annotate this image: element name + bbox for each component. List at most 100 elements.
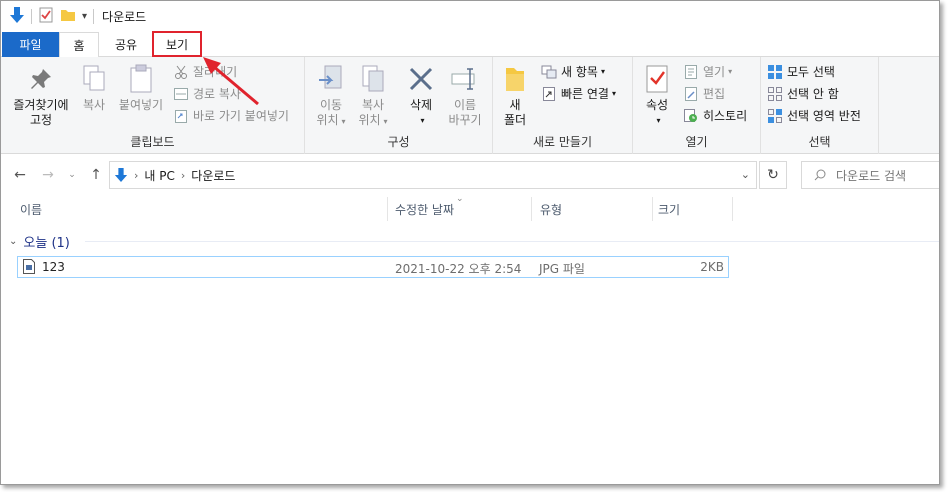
paste-button[interactable]: 붙여넣기 bbox=[115, 63, 167, 113]
new-item-label: 새 항목 bbox=[561, 65, 598, 79]
back-arrow-icon[interactable]: ← bbox=[11, 165, 29, 185]
column-header-name[interactable]: 이름 bbox=[20, 195, 42, 223]
group-label-select: 선택 bbox=[808, 135, 831, 149]
column-divider[interactable] bbox=[652, 197, 653, 221]
invert-selection-button[interactable]: 선택 영역 반전 bbox=[767, 105, 861, 126]
navigation-bar: ← → ⌄ ↑ › 내 PC › 다운로드 ⌄ ↻ 다운로드 검색 bbox=[1, 161, 939, 189]
group-select: 모두 선택 선택 안 함 선택 영역 반전 선택 bbox=[761, 57, 879, 154]
column-header-date[interactable]: 수정한 날짜 bbox=[395, 195, 454, 223]
file-row[interactable]: 123 2021-10-22 오후 2:54 JPG 파일 2KB bbox=[17, 256, 729, 278]
group-label-organize: 구성 bbox=[387, 135, 410, 149]
move-to-label: 이동 bbox=[319, 98, 343, 112]
ribbon: 즐겨찾기에 고정 복사 붙여넣기 잘라내기 경로 복사 바로 가기 붙여넣기 클… bbox=[1, 57, 939, 154]
rename-icon bbox=[448, 63, 482, 95]
group-collapse-chevron-icon[interactable]: ⌄ bbox=[9, 236, 17, 247]
group-open: 속성 ▾ 열기 ▾ 편집 히스토리 열기 bbox=[633, 57, 761, 154]
new-folder-icon[interactable] bbox=[60, 7, 76, 26]
paste-label: 붙여넣기 bbox=[118, 98, 164, 112]
breadcrumb-chevron-icon[interactable]: › bbox=[181, 169, 185, 182]
recent-locations-chevron-icon[interactable]: ⌄ bbox=[63, 165, 81, 185]
new-folder-button[interactable]: 새 폴더 bbox=[499, 63, 531, 128]
select-all-icon bbox=[767, 64, 783, 80]
separator bbox=[93, 9, 95, 24]
paste-shortcut-icon bbox=[173, 108, 189, 124]
move-to-button[interactable]: 이동 위치 ▾ bbox=[311, 63, 351, 129]
clipboard-icon bbox=[124, 63, 158, 95]
group-header-today[interactable]: ⌄ 오늘 (1) bbox=[9, 230, 70, 252]
copy-path-icon bbox=[173, 86, 189, 102]
breadcrumb-this-pc[interactable]: 내 PC bbox=[144, 167, 174, 184]
history-button[interactable]: 히스토리 bbox=[683, 105, 747, 126]
up-arrow-icon[interactable]: ↑ bbox=[87, 165, 105, 185]
select-none-label: 선택 안 함 bbox=[787, 87, 839, 101]
column-divider[interactable] bbox=[387, 197, 388, 221]
paste-shortcut-button[interactable]: 바로 가기 붙여넣기 bbox=[173, 105, 289, 126]
copy-button[interactable]: 복사 bbox=[77, 63, 111, 113]
easy-access-button[interactable]: 빠른 연결 ▾ bbox=[541, 83, 616, 104]
tab-home[interactable]: 홈 bbox=[59, 32, 99, 58]
properties-label: 속성 bbox=[645, 98, 669, 112]
group-divider-line bbox=[85, 241, 939, 242]
pin-icon bbox=[24, 63, 58, 95]
address-bar[interactable]: › 내 PC › 다운로드 ⌄ bbox=[109, 161, 757, 189]
copy-to-button[interactable]: 복사 위치 ▾ bbox=[353, 63, 393, 129]
cut-button[interactable]: 잘라내기 bbox=[173, 61, 237, 82]
open-button[interactable]: 열기 ▾ bbox=[683, 61, 732, 82]
search-box[interactable]: 다운로드 검색 bbox=[801, 161, 939, 189]
breadcrumb-chevron-icon[interactable]: › bbox=[134, 169, 138, 182]
forward-arrow-icon[interactable]: → bbox=[39, 165, 57, 185]
select-all-button[interactable]: 모두 선택 bbox=[767, 61, 835, 82]
rename-label: 이름 bbox=[453, 98, 477, 112]
address-dropdown-icon[interactable]: ⌄ bbox=[741, 168, 750, 181]
file-name: 123 bbox=[42, 260, 65, 274]
breadcrumb-downloads[interactable]: 다운로드 bbox=[191, 167, 235, 184]
column-header-type[interactable]: 유형 bbox=[540, 195, 562, 223]
column-divider[interactable] bbox=[531, 197, 532, 221]
delete-label: 삭제 bbox=[409, 98, 433, 112]
ribbon-tabs: 파일 홈 공유 보기 bbox=[1, 31, 939, 58]
pin-label-2: 고정 bbox=[29, 113, 53, 127]
delete-caret-icon[interactable]: ▾ bbox=[420, 113, 424, 128]
tab-view[interactable]: 보기 bbox=[152, 31, 202, 57]
properties-button[interactable]: 속성 ▾ bbox=[639, 63, 675, 128]
title-bar: ▾ 다운로드 bbox=[1, 1, 939, 32]
open-icon bbox=[683, 64, 699, 80]
new-item-icon bbox=[541, 64, 557, 80]
customize-dropdown-icon[interactable]: ▾ bbox=[82, 11, 87, 22]
pin-label: 즐겨찾기에 bbox=[13, 98, 69, 112]
file-type: JPG 파일 bbox=[539, 262, 585, 276]
invert-selection-label: 선택 영역 반전 bbox=[787, 109, 861, 123]
copy-path-label: 경로 복사 bbox=[193, 87, 241, 101]
group-label-open: 열기 bbox=[685, 135, 708, 149]
rename-button[interactable]: 이름 바꾸기 bbox=[443, 63, 487, 128]
copy-path-button[interactable]: 경로 복사 bbox=[173, 83, 241, 104]
rename-label-2: 바꾸기 bbox=[448, 113, 482, 127]
history-icon bbox=[683, 108, 699, 124]
sort-chevron-icon: ⌄ bbox=[456, 194, 464, 204]
quick-access-toolbar: ▾ 다운로드 bbox=[9, 1, 146, 32]
refresh-icon[interactable]: ↻ bbox=[759, 161, 787, 189]
edit-icon bbox=[683, 86, 699, 102]
move-to-label-2: 위치 ▾ bbox=[316, 113, 346, 127]
delete-button[interactable]: 삭제 ▾ bbox=[401, 63, 441, 128]
scissors-icon bbox=[173, 64, 189, 80]
edit-button[interactable]: 편집 bbox=[683, 83, 725, 104]
group-header-label: 오늘 (1) bbox=[23, 235, 70, 251]
tab-file[interactable]: 파일 bbox=[2, 32, 59, 57]
properties-check-icon bbox=[640, 63, 674, 95]
copy-to-icon bbox=[356, 63, 390, 95]
select-none-button[interactable]: 선택 안 함 bbox=[767, 83, 839, 104]
properties-check-icon[interactable] bbox=[38, 7, 54, 26]
pin-quick-access-button[interactable]: 즐겨찾기에 고정 bbox=[9, 63, 73, 128]
column-divider[interactable] bbox=[732, 197, 733, 221]
paste-shortcut-label: 바로 가기 붙여넣기 bbox=[193, 109, 289, 123]
separator bbox=[31, 9, 32, 24]
tab-share[interactable]: 공유 bbox=[105, 32, 147, 57]
copy-icon bbox=[77, 63, 111, 95]
column-header-size[interactable]: 크기 bbox=[658, 195, 680, 223]
new-item-button[interactable]: 새 항목 ▾ bbox=[541, 61, 605, 82]
group-label-clipboard: 클립보드 bbox=[130, 135, 175, 149]
properties-caret-icon[interactable]: ▾ bbox=[656, 113, 660, 128]
copy-to-label-2: 위치 ▾ bbox=[358, 113, 388, 127]
group-clipboard: 즐겨찾기에 고정 복사 붙여넣기 잘라내기 경로 복사 바로 가기 붙여넣기 클… bbox=[1, 57, 305, 154]
